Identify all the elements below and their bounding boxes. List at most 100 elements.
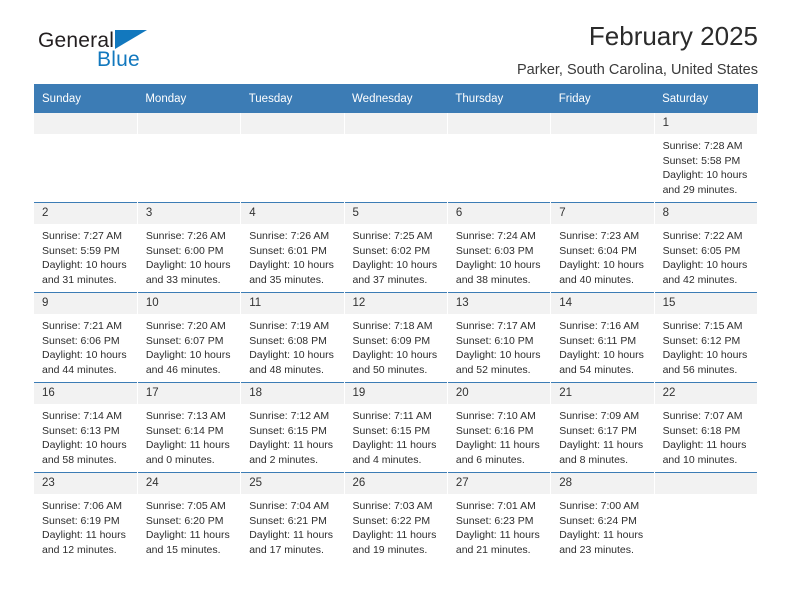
sunrise-text: Sunrise: 7:26 AM: [145, 229, 226, 242]
day-details: Sunrise: 7:23 AM Sunset: 6:04 PM Daylight:…: [551, 224, 653, 289]
day-details: Sunrise: 7:24 AM Sunset: 6:03 PM Daylight:…: [448, 224, 550, 289]
sunrise-text: Sunrise: 7:26 AM: [249, 229, 330, 242]
calendar-page: General Blue February 2025 Parker, South…: [0, 0, 792, 612]
sunset-text: Sunset: 6:02 PM: [352, 244, 431, 257]
calendar-day-cell[interactable]: 8 Sunrise: 7:22 AM Sunset: 6:05 PM Daylight…: [654, 202, 759, 293]
day-number: 25: [241, 473, 344, 494]
sunset-text: Sunset: 5:59 PM: [42, 244, 120, 257]
day-details: Sunrise: 7:04 AM Sunset: 6:21 PM Daylight:…: [241, 494, 343, 559]
day-details: Sunrise: 7:07 AM Sunset: 6:18 PM Daylight:…: [655, 404, 757, 469]
calendar-day-cell[interactable]: 20 Sunrise: 7:10 AM Sunset: 6:16 PM Dayligh…: [447, 382, 552, 473]
sunrise-text: Sunrise: 7:19 AM: [249, 319, 330, 332]
day-number: 22: [654, 383, 757, 404]
day-details: Sunrise: 7:19 AM Sunset: 6:08 PM Daylight:…: [241, 314, 343, 379]
sunrise-text: Sunrise: 7:04 AM: [249, 499, 330, 512]
daylight-text-line1: Daylight: 11 hours: [559, 439, 644, 452]
sunset-text: Sunset: 6:07 PM: [145, 334, 224, 347]
daylight-text-line1: Daylight: 11 hours: [352, 529, 437, 542]
logo-text-blue: Blue: [97, 48, 140, 71]
day-number: 10: [137, 293, 241, 314]
day-number: 2: [34, 203, 137, 224]
daylight-text-line1: Daylight: 11 hours: [455, 439, 540, 452]
day-number: 1: [654, 113, 757, 134]
sunset-text: Sunset: 6:17 PM: [559, 424, 637, 437]
daylight-text-line2: and 2 minutes.: [249, 454, 319, 467]
day-details: Sunrise: 7:25 AM Sunset: 6:02 PM Daylight:…: [345, 224, 447, 289]
calendar-day-cell[interactable]: 4 Sunrise: 7:26 AM Sunset: 6:01 PM Daylight…: [240, 202, 345, 293]
daylight-text-line1: Daylight: 11 hours: [249, 529, 334, 542]
calendar-day-cell[interactable]: 10 Sunrise: 7:20 AM Sunset: 6:07 PM Dayligh…: [137, 292, 242, 383]
sunrise-text: Sunrise: 7:17 AM: [455, 319, 536, 332]
calendar-day-cell[interactable]: 1 Sunrise: 7:28 AM Sunset: 5:58 PM Daylight…: [654, 113, 759, 203]
daylight-text-line2: and 17 minutes.: [249, 544, 324, 557]
daylight-text-line1: Daylight: 10 hours: [352, 259, 438, 272]
day-number: [241, 113, 344, 134]
day-number: [551, 113, 654, 134]
calendar-day-cell[interactable]: 28 Sunrise: 7:00 AM Sunset: 6:24 PM Dayligh…: [550, 472, 655, 562]
calendar-day-cell[interactable]: 17 Sunrise: 7:13 AM Sunset: 6:14 PM Dayligh…: [137, 382, 242, 473]
calendar-cell-empty: [34, 113, 138, 203]
daylight-text-line2: and 56 minutes.: [662, 364, 738, 377]
day-number: 17: [137, 383, 241, 404]
day-details: Sunrise: 7:22 AM Sunset: 6:05 PM Daylight:…: [655, 224, 757, 289]
calendar-day-cell[interactable]: 24 Sunrise: 7:05 AM Sunset: 6:20 PM Dayligh…: [137, 472, 242, 562]
calendar-day-cell[interactable]: 9 Sunrise: 7:21 AM Sunset: 6:06 PM Daylight…: [34, 292, 138, 383]
calendar-week-row: 23 Sunrise: 7:06 AM Sunset: 6:19 PM Dayligh…: [34, 472, 759, 562]
calendar-day-cell[interactable]: 18 Sunrise: 7:12 AM Sunset: 6:15 PM Dayligh…: [240, 382, 345, 473]
calendar-day-cell[interactable]: 12 Sunrise: 7:18 AM Sunset: 6:09 PM Dayligh…: [344, 292, 448, 383]
sunrise-text: Sunrise: 7:24 AM: [455, 229, 536, 242]
sunset-text: Sunset: 6:12 PM: [662, 334, 741, 347]
calendar-day-cell[interactable]: 14 Sunrise: 7:16 AM Sunset: 6:11 PM Dayligh…: [550, 292, 655, 383]
sunset-text: Sunset: 5:58 PM: [662, 154, 741, 167]
calendar-day-cell[interactable]: 27 Sunrise: 7:01 AM Sunset: 6:23 PM Dayligh…: [447, 472, 552, 562]
general-blue-logo[interactable]: General Blue: [38, 28, 148, 71]
day-details: Sunrise: 7:21 AM Sunset: 6:06 PM Daylight:…: [34, 314, 137, 379]
daylight-text-line1: Daylight: 10 hours: [559, 349, 644, 362]
sunset-text: Sunset: 6:08 PM: [249, 334, 327, 347]
daylight-text-line2: and 54 minutes.: [559, 364, 634, 377]
day-details: Sunrise: 7:16 AM Sunset: 6:11 PM Daylight:…: [551, 314, 653, 379]
calendar-day-cell[interactable]: 19 Sunrise: 7:11 AM Sunset: 6:15 PM Dayligh…: [344, 382, 448, 473]
calendar-cell-empty: [654, 472, 759, 562]
daylight-text-line2: and 10 minutes.: [662, 454, 738, 467]
calendar-day-cell[interactable]: 13 Sunrise: 7:17 AM Sunset: 6:10 PM Dayligh…: [447, 292, 552, 383]
weekday-header-tuesday: Tuesday: [240, 84, 345, 113]
calendar-day-cell[interactable]: 16 Sunrise: 7:14 AM Sunset: 6:13 PM Dayligh…: [34, 382, 138, 473]
daylight-text-line2: and 46 minutes.: [145, 364, 221, 377]
daylight-text-line1: Daylight: 10 hours: [455, 259, 541, 272]
daylight-text-line2: and 21 minutes.: [455, 544, 531, 557]
daylight-text-line2: and 44 minutes.: [42, 364, 117, 377]
day-number: 16: [34, 383, 137, 404]
calendar-day-cell[interactable]: 26 Sunrise: 7:03 AM Sunset: 6:22 PM Dayligh…: [344, 472, 448, 562]
calendar-day-cell[interactable]: 7 Sunrise: 7:23 AM Sunset: 6:04 PM Daylight…: [550, 202, 655, 293]
sunset-text: Sunset: 6:10 PM: [455, 334, 534, 347]
day-number: 9: [34, 293, 137, 314]
sunset-text: Sunset: 6:09 PM: [352, 334, 431, 347]
calendar-day-cell[interactable]: 5 Sunrise: 7:25 AM Sunset: 6:02 PM Daylight…: [344, 202, 448, 293]
day-number: [344, 113, 447, 134]
day-number: 15: [654, 293, 757, 314]
calendar-day-cell[interactable]: 23 Sunrise: 7:06 AM Sunset: 6:19 PM Dayligh…: [34, 472, 138, 562]
calendar-day-cell[interactable]: 6 Sunrise: 7:24 AM Sunset: 6:03 PM Daylight…: [447, 202, 552, 293]
day-details: Sunrise: 7:20 AM Sunset: 6:07 PM Daylight:…: [138, 314, 240, 379]
calendar-cell-empty: [550, 113, 655, 203]
sunrise-text: Sunrise: 7:03 AM: [352, 499, 433, 512]
sunrise-text: Sunrise: 7:10 AM: [455, 409, 536, 422]
daylight-text-line2: and 42 minutes.: [662, 274, 738, 287]
day-number: 26: [344, 473, 447, 494]
calendar-day-cell[interactable]: 22 Sunrise: 7:07 AM Sunset: 6:18 PM Dayligh…: [654, 382, 759, 473]
daylight-text-line2: and 31 minutes.: [42, 274, 117, 287]
sunrise-text: Sunrise: 7:15 AM: [662, 319, 743, 332]
calendar-day-cell[interactable]: 15 Sunrise: 7:15 AM Sunset: 6:12 PM Dayligh…: [654, 292, 759, 383]
sunrise-text: Sunrise: 7:22 AM: [662, 229, 743, 242]
sunrise-text: Sunrise: 7:11 AM: [352, 409, 432, 422]
calendar-day-cell[interactable]: 11 Sunrise: 7:19 AM Sunset: 6:08 PM Dayligh…: [240, 292, 345, 383]
calendar-day-cell[interactable]: 3 Sunrise: 7:26 AM Sunset: 6:00 PM Daylight…: [137, 202, 242, 293]
calendar-day-cell[interactable]: 25 Sunrise: 7:04 AM Sunset: 6:21 PM Dayligh…: [240, 472, 345, 562]
calendar-day-cell[interactable]: 2 Sunrise: 7:27 AM Sunset: 5:59 PM Daylight…: [34, 202, 138, 293]
calendar-day-cell[interactable]: 21 Sunrise: 7:09 AM Sunset: 6:17 PM Dayligh…: [550, 382, 655, 473]
calendar-body: 1 Sunrise: 7:28 AM Sunset: 5:58 PM Daylight…: [34, 113, 759, 562]
daylight-text-line2: and 58 minutes.: [42, 454, 117, 467]
sunrise-text: Sunrise: 7:12 AM: [249, 409, 330, 422]
sunset-text: Sunset: 6:23 PM: [455, 514, 534, 527]
